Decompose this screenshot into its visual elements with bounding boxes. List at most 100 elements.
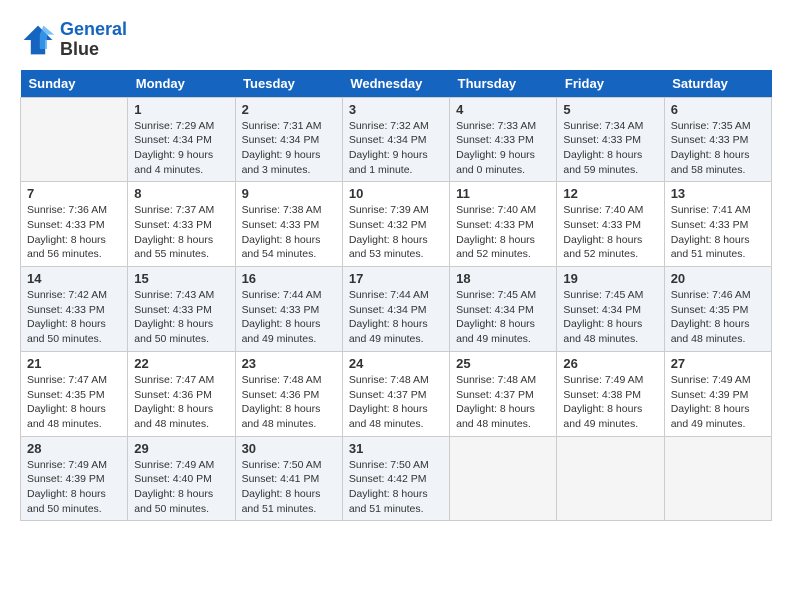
day-info: Sunrise: 7:35 AM Sunset: 4:33 PM Dayligh… <box>671 119 765 178</box>
day-info: Sunrise: 7:45 AM Sunset: 4:34 PM Dayligh… <box>456 288 550 347</box>
calendar-cell: 28 Sunrise: 7:49 AM Sunset: 4:39 PM Dayli… <box>21 436 128 521</box>
calendar-header-row: SundayMondayTuesdayWednesdayThursdayFrid… <box>21 70 772 98</box>
calendar-cell: 24 Sunrise: 7:48 AM Sunset: 4:37 PM Dayli… <box>342 351 449 436</box>
calendar-cell: 18Sunrise: 7:45 AM Sunset: 4:34 PM Dayli… <box>450 267 557 352</box>
day-number: 26 <box>563 356 657 371</box>
calendar-week-row: 14Sunrise: 7:42 AM Sunset: 4:33 PM Dayli… <box>21 267 772 352</box>
day-info: Sunrise: 7:32 AM Sunset: 4:34 PM Dayligh… <box>349 119 443 178</box>
logo-text: General Blue <box>60 20 127 60</box>
day-number: 13 <box>671 186 765 201</box>
calendar-cell: 27 Sunrise: 7:49 AM Sunset: 4:39 PM Dayli… <box>664 351 771 436</box>
day-info: Sunrise: 7:49 AM Sunset: 4:39 PM Dayligh… <box>671 373 765 432</box>
calendar-cell: 6 Sunrise: 7:35 AM Sunset: 4:33 PM Daylig… <box>664 97 771 182</box>
calendar-cell <box>21 97 128 182</box>
day-number: 31 <box>349 441 443 456</box>
calendar-cell: 30Sunrise: 7:50 AM Sunset: 4:41 PM Dayli… <box>235 436 342 521</box>
day-number: 21 <box>27 356 121 371</box>
calendar-cell: 23 Sunrise: 7:48 AM Sunset: 4:36 PM Dayli… <box>235 351 342 436</box>
calendar-cell: 17Sunrise: 7:44 AM Sunset: 4:34 PM Dayli… <box>342 267 449 352</box>
day-info: Sunrise: 7:46 AM Sunset: 4:35 PM Dayligh… <box>671 288 765 347</box>
day-number: 4 <box>456 102 550 117</box>
calendar-cell <box>664 436 771 521</box>
day-info: Sunrise: 7:47 AM Sunset: 4:35 PM Dayligh… <box>27 373 121 432</box>
day-info: Sunrise: 7:39 AM Sunset: 4:32 PM Dayligh… <box>349 203 443 262</box>
day-number: 1 <box>134 102 228 117</box>
calendar-cell: 7 Sunrise: 7:36 AM Sunset: 4:33 PM Daylig… <box>21 182 128 267</box>
calendar-cell <box>450 436 557 521</box>
calendar-cell: 20 Sunrise: 7:46 AM Sunset: 4:35 PM Dayli… <box>664 267 771 352</box>
calendar-cell: 5 Sunrise: 7:34 AM Sunset: 4:33 PM Daylig… <box>557 97 664 182</box>
day-info: Sunrise: 7:44 AM Sunset: 4:33 PM Dayligh… <box>242 288 336 347</box>
day-number: 2 <box>242 102 336 117</box>
calendar-cell: 2 Sunrise: 7:31 AM Sunset: 4:34 PM Daylig… <box>235 97 342 182</box>
calendar-cell: 16 Sunrise: 7:44 AM Sunset: 4:33 PM Dayli… <box>235 267 342 352</box>
day-info: Sunrise: 7:38 AM Sunset: 4:33 PM Dayligh… <box>242 203 336 262</box>
calendar-cell: 31 Sunrise: 7:50 AM Sunset: 4:42 PM Dayli… <box>342 436 449 521</box>
weekday-header: Sunday <box>21 70 128 98</box>
day-number: 3 <box>349 102 443 117</box>
day-info: Sunrise: 7:34 AM Sunset: 4:33 PM Dayligh… <box>563 119 657 178</box>
day-info: Sunrise: 7:31 AM Sunset: 4:34 PM Dayligh… <box>242 119 336 178</box>
day-info: Sunrise: 7:43 AM Sunset: 4:33 PM Dayligh… <box>134 288 228 347</box>
day-info: Sunrise: 7:40 AM Sunset: 4:33 PM Dayligh… <box>456 203 550 262</box>
calendar-table: SundayMondayTuesdayWednesdayThursdayFrid… <box>20 70 772 522</box>
weekday-header: Friday <box>557 70 664 98</box>
day-info: Sunrise: 7:48 AM Sunset: 4:37 PM Dayligh… <box>456 373 550 432</box>
calendar-cell: 11 Sunrise: 7:40 AM Sunset: 4:33 PM Dayli… <box>450 182 557 267</box>
day-info: Sunrise: 7:44 AM Sunset: 4:34 PM Dayligh… <box>349 288 443 347</box>
day-number: 14 <box>27 271 121 286</box>
day-number: 6 <box>671 102 765 117</box>
page-header: General Blue <box>20 20 772 60</box>
calendar-cell: 10 Sunrise: 7:39 AM Sunset: 4:32 PM Dayli… <box>342 182 449 267</box>
day-info: Sunrise: 7:48 AM Sunset: 4:36 PM Dayligh… <box>242 373 336 432</box>
day-info: Sunrise: 7:47 AM Sunset: 4:36 PM Dayligh… <box>134 373 228 432</box>
calendar-cell: 3 Sunrise: 7:32 AM Sunset: 4:34 PM Daylig… <box>342 97 449 182</box>
calendar-cell: 12 Sunrise: 7:40 AM Sunset: 4:33 PM Dayli… <box>557 182 664 267</box>
logo-icon <box>20 22 56 58</box>
day-number: 10 <box>349 186 443 201</box>
day-number: 19 <box>563 271 657 286</box>
day-info: Sunrise: 7:49 AM Sunset: 4:39 PM Dayligh… <box>27 458 121 517</box>
day-info: Sunrise: 7:50 AM Sunset: 4:41 PM Dayligh… <box>242 458 336 517</box>
day-number: 27 <box>671 356 765 371</box>
day-info: Sunrise: 7:49 AM Sunset: 4:40 PM Dayligh… <box>134 458 228 517</box>
day-info: Sunrise: 7:45 AM Sunset: 4:34 PM Dayligh… <box>563 288 657 347</box>
calendar-cell: 29Sunrise: 7:49 AM Sunset: 4:40 PM Dayli… <box>128 436 235 521</box>
weekday-header: Tuesday <box>235 70 342 98</box>
day-number: 8 <box>134 186 228 201</box>
calendar-cell: 21 Sunrise: 7:47 AM Sunset: 4:35 PM Dayli… <box>21 351 128 436</box>
calendar-cell: 15 Sunrise: 7:43 AM Sunset: 4:33 PM Dayli… <box>128 267 235 352</box>
calendar-cell: 19 Sunrise: 7:45 AM Sunset: 4:34 PM Dayli… <box>557 267 664 352</box>
calendar-cell <box>557 436 664 521</box>
day-number: 28 <box>27 441 121 456</box>
calendar-cell: 4 Sunrise: 7:33 AM Sunset: 4:33 PM Daylig… <box>450 97 557 182</box>
day-number: 11 <box>456 186 550 201</box>
day-info: Sunrise: 7:33 AM Sunset: 4:33 PM Dayligh… <box>456 119 550 178</box>
calendar-week-row: 28 Sunrise: 7:49 AM Sunset: 4:39 PM Dayli… <box>21 436 772 521</box>
day-number: 20 <box>671 271 765 286</box>
day-number: 15 <box>134 271 228 286</box>
calendar-cell: 13 Sunrise: 7:41 AM Sunset: 4:33 PM Dayli… <box>664 182 771 267</box>
calendar-cell: 22Sunrise: 7:47 AM Sunset: 4:36 PM Dayli… <box>128 351 235 436</box>
calendar-cell: 25Sunrise: 7:48 AM Sunset: 4:37 PM Dayli… <box>450 351 557 436</box>
day-info: Sunrise: 7:40 AM Sunset: 4:33 PM Dayligh… <box>563 203 657 262</box>
day-number: 16 <box>242 271 336 286</box>
weekday-header: Wednesday <box>342 70 449 98</box>
weekday-header: Saturday <box>664 70 771 98</box>
day-number: 7 <box>27 186 121 201</box>
day-number: 23 <box>242 356 336 371</box>
day-info: Sunrise: 7:37 AM Sunset: 4:33 PM Dayligh… <box>134 203 228 262</box>
day-number: 24 <box>349 356 443 371</box>
day-info: Sunrise: 7:48 AM Sunset: 4:37 PM Dayligh… <box>349 373 443 432</box>
day-number: 12 <box>563 186 657 201</box>
day-info: Sunrise: 7:36 AM Sunset: 4:33 PM Dayligh… <box>27 203 121 262</box>
day-info: Sunrise: 7:50 AM Sunset: 4:42 PM Dayligh… <box>349 458 443 517</box>
calendar-cell: 26 Sunrise: 7:49 AM Sunset: 4:38 PM Dayli… <box>557 351 664 436</box>
day-info: Sunrise: 7:41 AM Sunset: 4:33 PM Dayligh… <box>671 203 765 262</box>
calendar-week-row: 7 Sunrise: 7:36 AM Sunset: 4:33 PM Daylig… <box>21 182 772 267</box>
calendar-cell: 1Sunrise: 7:29 AM Sunset: 4:34 PM Daylig… <box>128 97 235 182</box>
day-number: 5 <box>563 102 657 117</box>
day-info: Sunrise: 7:49 AM Sunset: 4:38 PM Dayligh… <box>563 373 657 432</box>
calendar-week-row: 21 Sunrise: 7:47 AM Sunset: 4:35 PM Dayli… <box>21 351 772 436</box>
calendar-cell: 9Sunrise: 7:38 AM Sunset: 4:33 PM Daylig… <box>235 182 342 267</box>
